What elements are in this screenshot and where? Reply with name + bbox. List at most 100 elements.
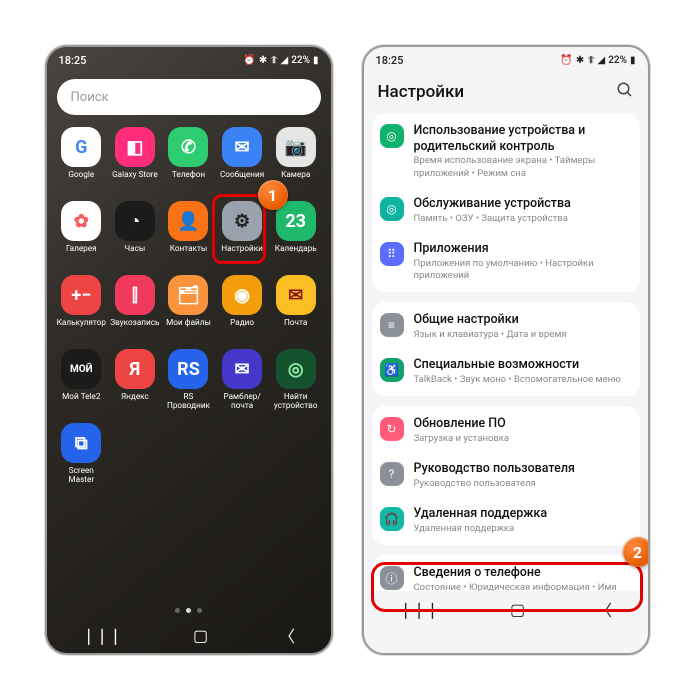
app-мои-файлы[interactable]: 🗂Мои файлы <box>162 271 216 339</box>
app-калькулятор[interactable]: +−Калькулятор <box>55 271 109 339</box>
settings-item[interactable]: ♿Специальные возможностиTalkBack • Звук … <box>372 349 640 394</box>
settings-item-icon: ≡ <box>380 313 404 337</box>
app-label: Телефон <box>172 171 205 189</box>
recents-button[interactable]: ❘❘❘ <box>82 626 122 645</box>
app-google[interactable]: G Google <box>55 123 109 191</box>
app-label: Калькулятор <box>57 319 106 337</box>
app-icon: RS <box>168 349 208 389</box>
app-grid: GGoogle◧Galaxy Store✆Телефон✉Сообщения📷К… <box>47 123 331 487</box>
search-input[interactable]: Поиск <box>57 79 321 115</box>
app-icon: 🗂 <box>168 275 208 315</box>
status-icons: ⏰ ✱ ⥣ ◢ 22% ▮ <box>560 55 635 66</box>
app-icon: ◔ <box>115 201 155 241</box>
app-label: Найти устройство <box>270 393 322 411</box>
settings-item-title: Руководство пользователя <box>414 461 630 477</box>
app-label: Галерея <box>66 245 97 263</box>
app-label: Яндекс <box>121 393 149 411</box>
app-galaxy-store[interactable]: ◧Galaxy Store <box>108 123 162 191</box>
app-label: Календарь <box>275 245 317 263</box>
callout-2-badge: 2 <box>623 537 650 567</box>
settings-item[interactable]: ⓘСведения о телефонеСостояние • Юридичес… <box>372 557 640 591</box>
app-мой-tele2[interactable]: МОЙМой Tele2 <box>55 345 109 413</box>
app-почта[interactable]: ✉Почта <box>269 271 323 339</box>
app-icon: 👤 <box>168 201 208 241</box>
app-label: Настройки <box>221 245 263 263</box>
app-label: Google <box>68 171 94 189</box>
status-icons: ⏰ ✱ ⥣ ◢ 22% ▮ <box>243 55 318 66</box>
app-звукозапись[interactable]: ⫿Звукозапись <box>108 271 162 339</box>
app-часы[interactable]: ◔ Часы <box>108 197 162 265</box>
settings-item-subtitle: TalkBack • Звук моно • Вспомогательное м… <box>414 374 630 386</box>
settings-item[interactable]: ◎Использование устройства и родительский… <box>372 115 640 188</box>
settings-card: ⓘСведения о телефонеСостояние • Юридичес… <box>372 555 640 591</box>
settings-item-title: Удаленная поддержка <box>414 506 630 522</box>
bluetooth-icon: ✱ <box>259 55 267 66</box>
app-label: Радио <box>230 319 254 337</box>
app-яндекс[interactable]: Я Яндекс <box>108 345 162 413</box>
app-icon: ✉ <box>276 275 316 315</box>
app-найти-устройство[interactable]: ◎Найти устройство <box>269 345 323 413</box>
app-радио[interactable]: ◉Радио <box>215 271 269 339</box>
settings-item-icon: ⠿ <box>380 242 404 266</box>
back-button[interactable]: 〈 <box>596 597 612 621</box>
app-галерея[interactable]: ✿ Галерея <box>55 197 109 265</box>
app-телефон[interactable]: ✆Телефон <box>162 123 216 191</box>
settings-card: ≡Общие настройкиЯзык и клавиатура • Дата… <box>372 302 640 396</box>
app-label: Контакты <box>170 245 208 263</box>
app-icon: G <box>61 127 101 167</box>
settings-title: Настройки <box>378 82 465 102</box>
settings-item-icon: 🎧 <box>380 507 404 531</box>
settings-item-icon: ↻ <box>380 417 404 441</box>
app-icon: ◧ <box>115 127 155 167</box>
settings-item-title: Обновление ПО <box>414 416 630 432</box>
settings-item[interactable]: ◎Обслуживание устройстваПамять • ОЗУ • З… <box>372 188 640 233</box>
app-icon: ✿ <box>61 201 101 241</box>
android-navbar: ❘❘❘ ▢ 〈 <box>364 591 648 627</box>
search-icon[interactable] <box>616 81 634 103</box>
settings-item-subtitle: Удаленная поддержка <box>414 523 630 535</box>
settings-item-title: Приложения <box>414 241 630 257</box>
wifi-icon: ⥣ <box>587 55 594 66</box>
app-icon: ✉ <box>222 349 262 389</box>
settings-item-subtitle: Руководство пользователя <box>414 478 630 490</box>
settings-item-icon: ◎ <box>380 197 404 221</box>
app-icon: ⚙ <box>222 201 262 241</box>
settings-item-icon: ♿ <box>380 358 404 382</box>
app-настройки[interactable]: ⚙ Настройки <box>215 197 269 265</box>
search-placeholder: Поиск <box>71 90 109 105</box>
app-label: Рамблер/ почта <box>216 393 268 411</box>
android-navbar: ❘❘❘ ▢ 〈 <box>47 617 331 653</box>
settings-item-title: Использование устройства и родительский … <box>414 123 630 154</box>
battery-percent: 22% <box>608 55 627 66</box>
phone-settings-screen: 18:25 ⏰ ✱ ⥣ ◢ 22% ▮ Настройки ◎Использов… <box>362 45 650 655</box>
app-сообщения[interactable]: ✉Сообщения <box>215 123 269 191</box>
settings-item[interactable]: ↻ Обновление ПОЗагрузка и установка <box>372 408 640 453</box>
settings-item-subtitle: Загрузка и установка <box>414 433 630 445</box>
settings-item-title: Обслуживание устройства <box>414 196 630 212</box>
settings-item-subtitle: Время использование экрана • Таймеры при… <box>414 155 630 180</box>
settings-item-icon: ? <box>380 462 404 486</box>
app-label: Звукозапись <box>110 319 159 337</box>
app-рамблер-почта[interactable]: ✉ Рамблер/ почта <box>215 345 269 413</box>
app-label: Часы <box>125 245 146 263</box>
wifi-icon: ⥣ <box>270 55 277 66</box>
settings-item[interactable]: ? Руководство пользователяРуководство пол… <box>372 453 640 498</box>
app-rs-проводник[interactable]: RS RS Проводник <box>162 345 216 413</box>
app-контакты[interactable]: 👤 Контакты <box>162 197 216 265</box>
settings-item-title: Сведения о телефоне <box>414 565 630 581</box>
recents-button[interactable]: ❘❘❘ <box>399 600 439 619</box>
settings-item[interactable]: ≡Общие настройкиЯзык и клавиатура • Дата… <box>372 304 640 349</box>
settings-list[interactable]: ◎ Использование устройства и родительский… <box>364 113 648 591</box>
app-icon: Я <box>115 349 155 389</box>
page-dots[interactable] <box>47 602 331 617</box>
settings-item[interactable]: 🎧 Удаленная поддержкаУдаленная поддержка <box>372 498 640 543</box>
app-screen-master[interactable]: ⧉Screen Master <box>55 419 109 487</box>
back-button[interactable]: 〈 <box>279 623 295 647</box>
settings-item[interactable]: ⠿ ПриложенияПриложения по умолчанию • Нас… <box>372 233 640 290</box>
settings-item-subtitle: Приложения по умолчанию • Настройки прил… <box>414 258 630 283</box>
app-label: RS Проводник <box>162 393 214 411</box>
home-button[interactable]: ▢ <box>510 600 525 619</box>
home-button[interactable]: ▢ <box>193 626 208 645</box>
battery-icon: ▮ <box>313 55 319 66</box>
app-icon: ✉ <box>222 127 262 167</box>
